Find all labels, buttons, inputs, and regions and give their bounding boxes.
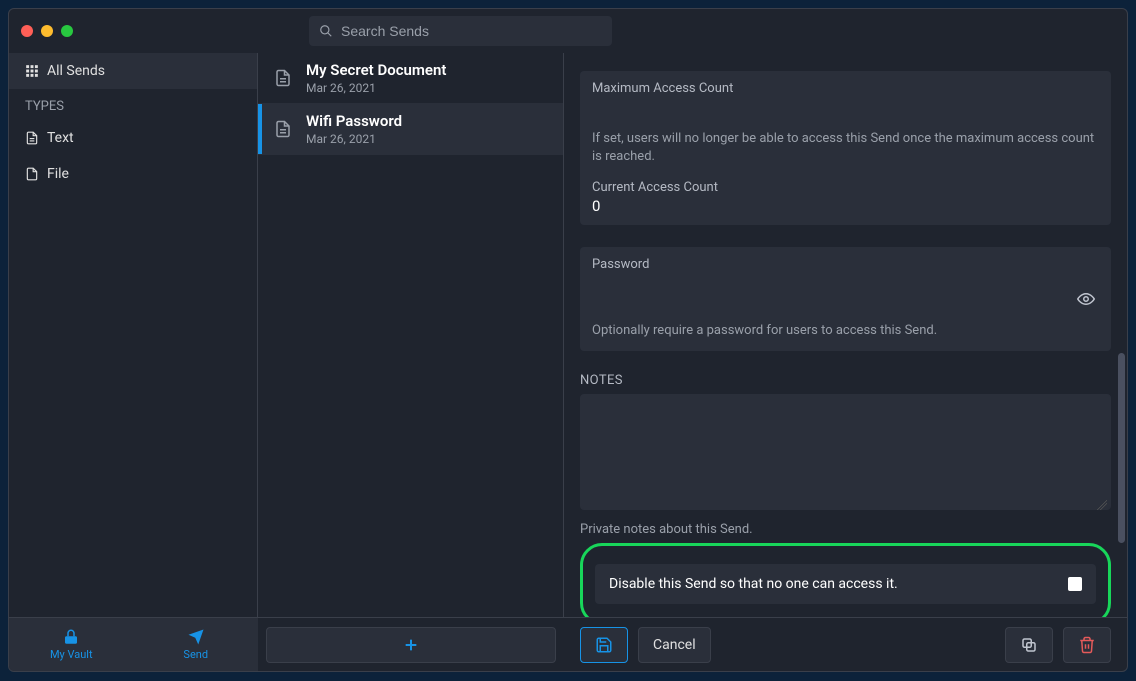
list-item-title: Wifi Password bbox=[306, 112, 402, 130]
footer-bar: My Vault Send Cancel bbox=[9, 617, 1127, 671]
app-window: All Sends TYPES Text File My Secret Docu… bbox=[8, 8, 1128, 672]
minimize-window-button[interactable] bbox=[41, 25, 53, 37]
eye-icon bbox=[1077, 290, 1095, 308]
notes-label: NOTES bbox=[580, 373, 1111, 388]
file-icon bbox=[25, 167, 39, 181]
current-access-label: Current Access Count bbox=[592, 180, 1099, 195]
close-window-button[interactable] bbox=[21, 25, 33, 37]
list-item[interactable]: My Secret Document Mar 26, 2021 bbox=[258, 53, 563, 104]
plus-icon bbox=[403, 637, 419, 653]
current-access-value: 0 bbox=[592, 197, 1099, 215]
maximize-window-button[interactable] bbox=[61, 25, 73, 37]
password-label: Password bbox=[592, 257, 1099, 272]
detail-pane: Maximum Access Count If set, users will … bbox=[564, 53, 1127, 617]
max-access-help: If set, users will no longer be able to … bbox=[592, 130, 1099, 166]
highlight-annotation: Disable this Send so that no one can acc… bbox=[580, 543, 1111, 617]
save-icon bbox=[595, 636, 613, 654]
sidebar-item-label: Text bbox=[47, 130, 74, 146]
password-help: Optionally require a password for users … bbox=[592, 322, 1099, 340]
send-icon bbox=[187, 628, 205, 646]
text-file-icon bbox=[274, 69, 292, 87]
disable-send-checkbox[interactable] bbox=[1068, 577, 1082, 591]
sidebar-item-all-sends[interactable]: All Sends bbox=[9, 53, 257, 89]
delete-button[interactable] bbox=[1063, 627, 1111, 663]
footer-tab-label: My Vault bbox=[50, 648, 93, 661]
footer-tab-send[interactable]: Send bbox=[134, 618, 259, 671]
title-bar bbox=[9, 9, 1127, 53]
sidebar: All Sends TYPES Text File bbox=[9, 53, 258, 617]
save-button[interactable] bbox=[580, 627, 628, 663]
send-list: My Secret Document Mar 26, 2021 Wifi Pas… bbox=[258, 53, 564, 617]
notes-help: Private notes about this Send. bbox=[580, 522, 1111, 537]
sidebar-types-header: TYPES bbox=[9, 89, 257, 120]
window-controls bbox=[21, 25, 73, 37]
max-access-input[interactable] bbox=[592, 98, 1099, 120]
max-access-section: Maximum Access Count If set, users will … bbox=[580, 71, 1111, 225]
list-item-date: Mar 26, 2021 bbox=[306, 81, 446, 95]
add-send-button[interactable] bbox=[266, 627, 556, 663]
footer-tab-vault[interactable]: My Vault bbox=[9, 618, 134, 671]
list-item-date: Mar 26, 2021 bbox=[306, 132, 402, 146]
lock-icon bbox=[62, 628, 80, 646]
sidebar-item-label: File bbox=[47, 166, 69, 182]
password-section: Password Optionally require a password f… bbox=[580, 247, 1111, 350]
max-access-label: Maximum Access Count bbox=[592, 81, 1099, 96]
notes-textarea[interactable] bbox=[580, 394, 1111, 510]
disable-send-label: Disable this Send so that no one can acc… bbox=[609, 576, 898, 592]
sidebar-item-label: All Sends bbox=[47, 63, 105, 79]
copy-icon bbox=[1020, 636, 1038, 654]
list-item-title: My Secret Document bbox=[306, 61, 446, 79]
footer-tab-label: Send bbox=[183, 648, 208, 661]
trash-icon bbox=[1078, 636, 1096, 654]
grid-icon bbox=[25, 64, 39, 78]
sidebar-item-text[interactable]: Text bbox=[9, 120, 257, 156]
text-file-icon bbox=[25, 131, 39, 145]
toggle-password-visibility[interactable] bbox=[1073, 286, 1099, 312]
password-input[interactable] bbox=[592, 290, 1073, 308]
list-item[interactable]: Wifi Password Mar 26, 2021 bbox=[258, 104, 563, 155]
disable-send-row[interactable]: Disable this Send so that no one can acc… bbox=[595, 564, 1096, 604]
search-container[interactable] bbox=[309, 16, 612, 46]
cancel-button[interactable]: Cancel bbox=[638, 627, 711, 663]
text-file-icon bbox=[274, 120, 292, 138]
sidebar-item-file[interactable]: File bbox=[9, 156, 257, 192]
search-input[interactable] bbox=[341, 23, 602, 39]
search-icon bbox=[319, 24, 333, 38]
resize-grip-icon[interactable] bbox=[1097, 500, 1107, 510]
copy-link-button[interactable] bbox=[1005, 627, 1053, 663]
scrollbar-thumb[interactable] bbox=[1118, 353, 1125, 543]
